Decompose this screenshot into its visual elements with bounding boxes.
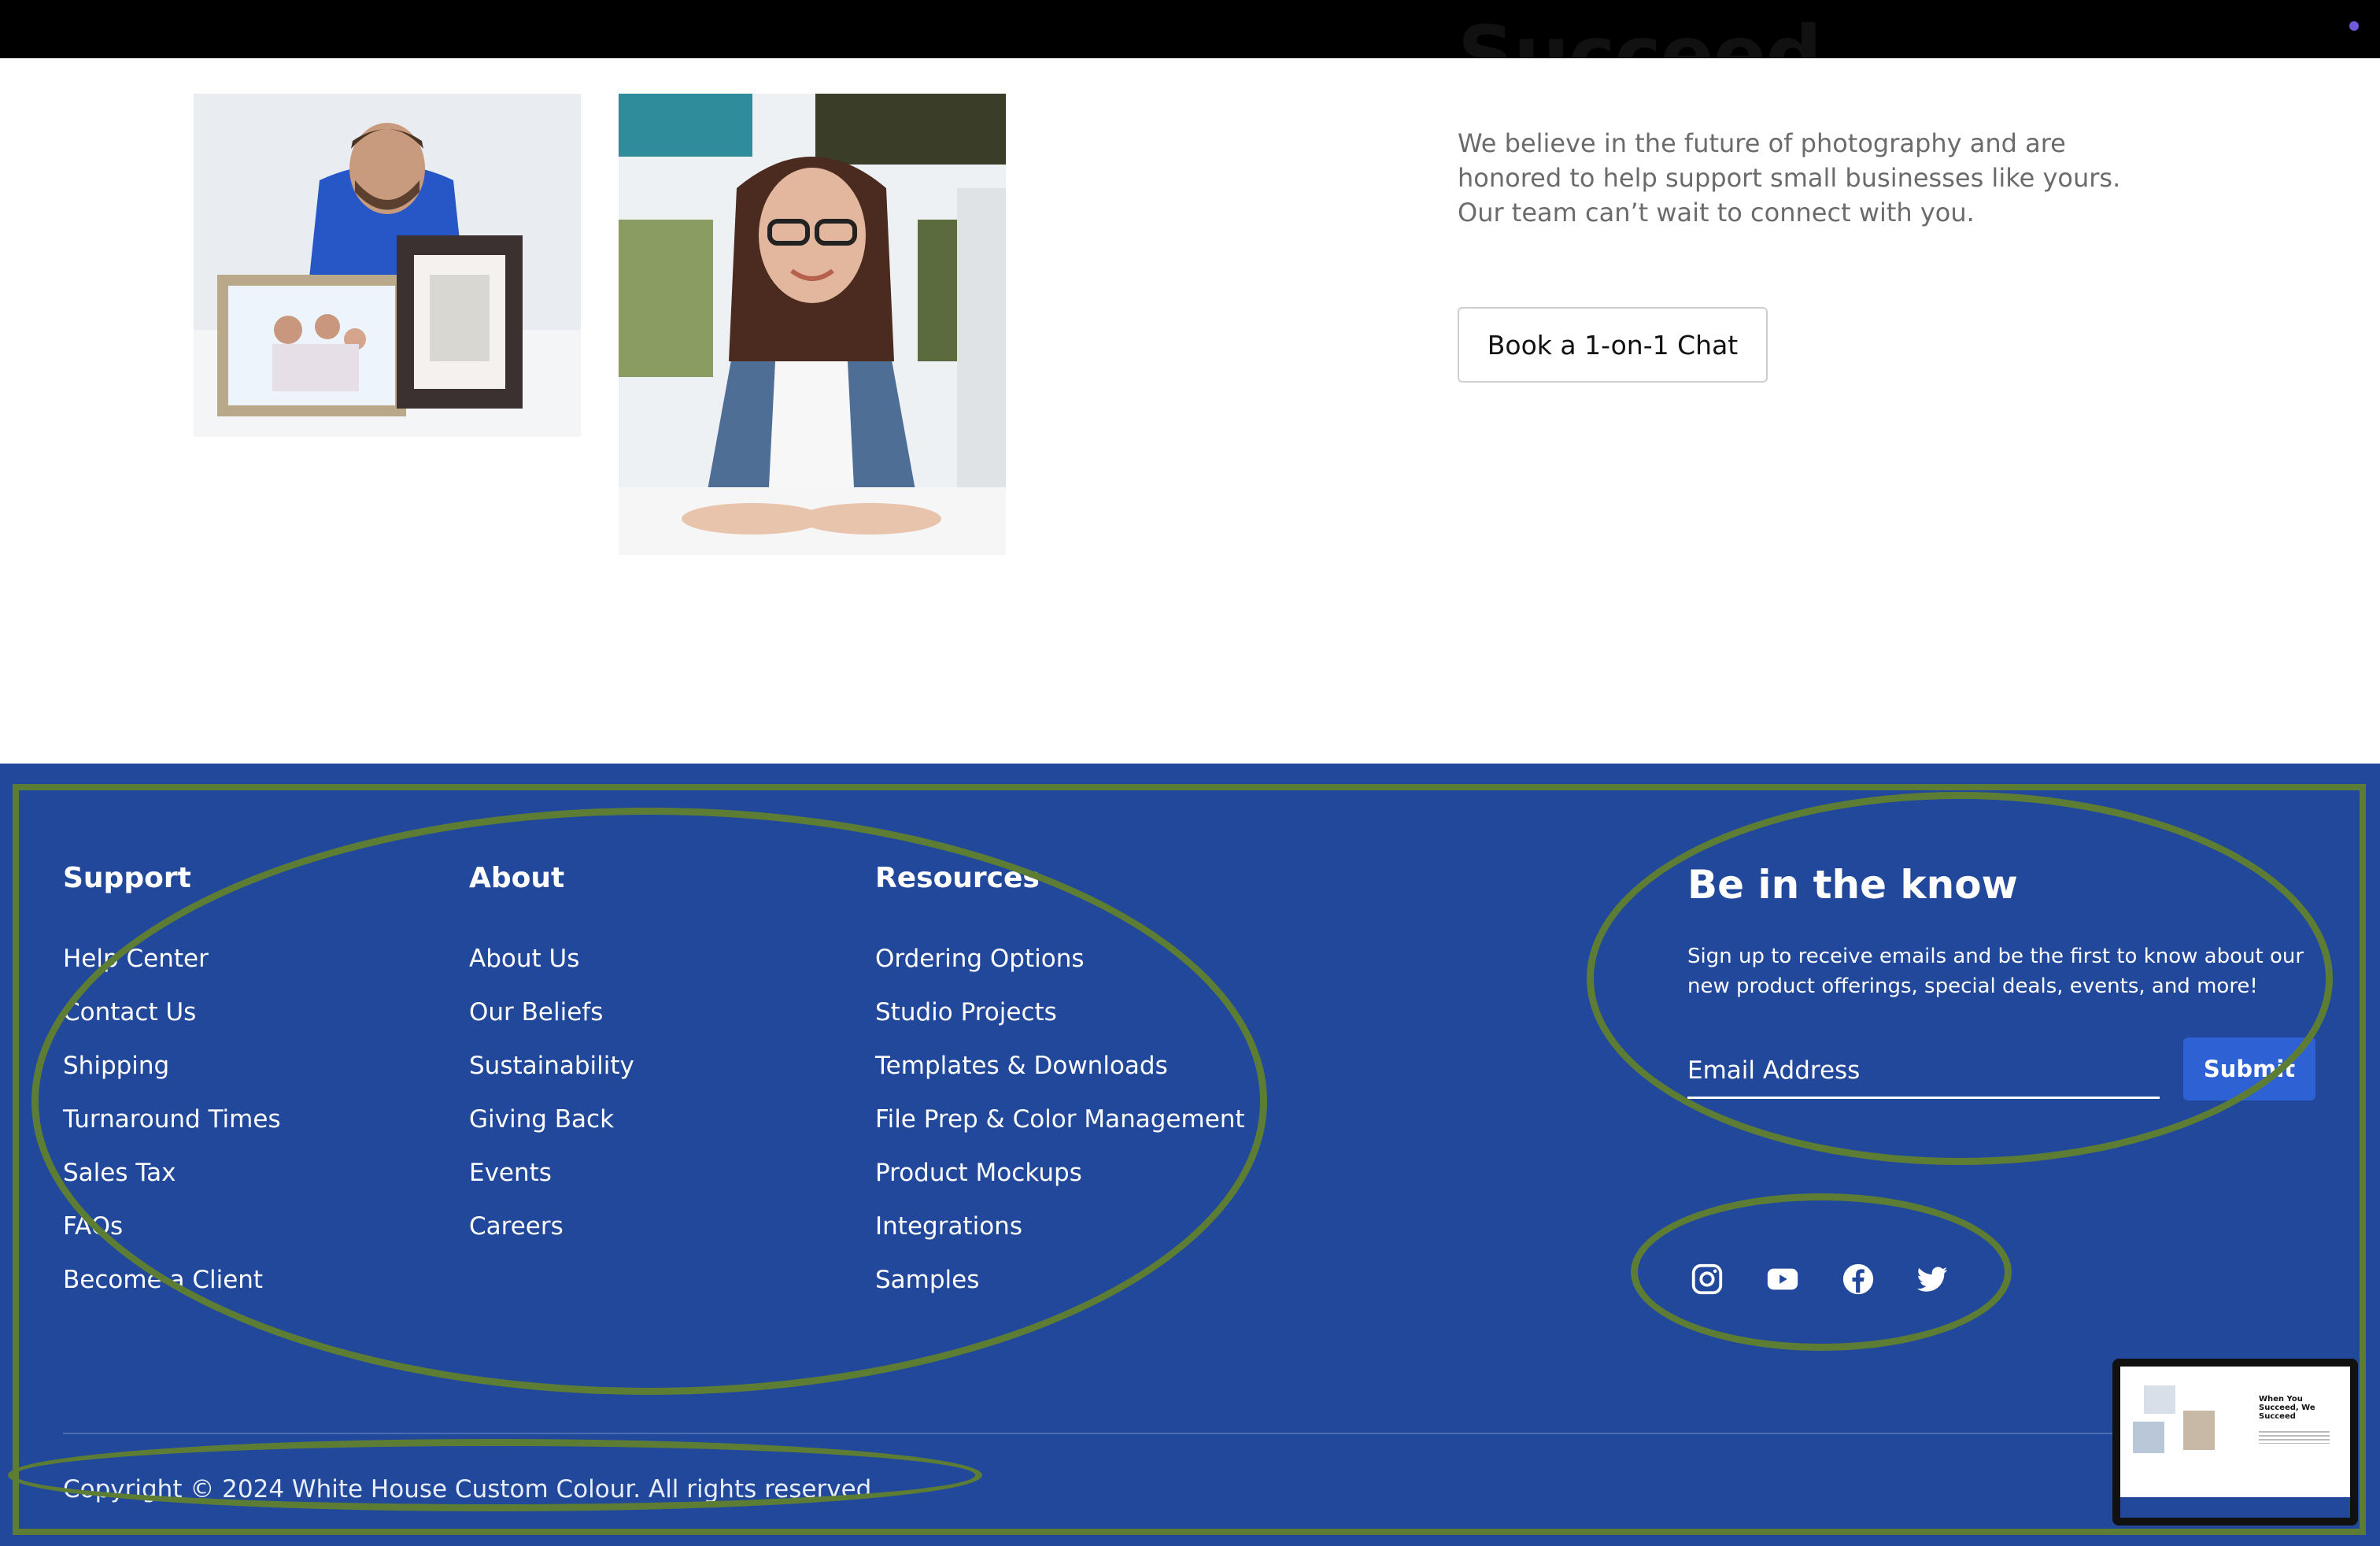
footer-link[interactable]: Careers xyxy=(469,1200,634,1253)
footer-title-support: Support xyxy=(63,862,191,894)
thumbnail-page: When You Succeed, We Succeed xyxy=(2120,1367,2350,1518)
instagram-icon[interactable] xyxy=(1689,1261,1725,1297)
footer-link[interactable]: Templates & Downloads xyxy=(875,1039,1245,1093)
thumbnail-photo xyxy=(2133,1422,2164,1453)
youtube-icon[interactable] xyxy=(1765,1261,1801,1297)
footer-link[interactable]: Giving Back xyxy=(469,1093,634,1146)
footer-link[interactable]: Ordering Options xyxy=(875,932,1245,986)
top-bar xyxy=(0,0,2380,58)
status-dot xyxy=(2349,21,2359,31)
newsletter-title: Be in the know xyxy=(1687,862,2018,908)
team-photo-woman-at-desk xyxy=(619,94,1006,555)
footer-link[interactable]: Our Beliefs xyxy=(469,986,634,1039)
footer-link[interactable]: Shipping xyxy=(63,1039,281,1093)
team-photo-man-with-frames xyxy=(194,94,581,437)
thumbnail-title: When You Succeed, We Succeed xyxy=(2259,1395,2315,1421)
footer-link[interactable]: Sustainability xyxy=(469,1039,634,1093)
footer-link[interactable]: Turnaround Times xyxy=(63,1093,281,1146)
annotation-ellipse-social xyxy=(1631,1193,2012,1351)
intro-paragraph: We believe in the future of photography … xyxy=(1458,128,2121,227)
footer-link[interactable]: Product Mockups xyxy=(875,1146,1245,1200)
footer-link[interactable]: About Us xyxy=(469,932,634,986)
footer-link[interactable]: File Prep & Color Management xyxy=(875,1093,1245,1146)
about-links: About Us Our Beliefs Sustainability Givi… xyxy=(469,932,634,1253)
footer-link[interactable]: Become a Client xyxy=(63,1253,281,1307)
footer-link[interactable]: Samples xyxy=(875,1253,1245,1307)
footer-title-resources: Resources xyxy=(875,862,1040,894)
page-preview-thumbnail[interactable]: When You Succeed, We Succeed xyxy=(2112,1359,2358,1526)
thumbnail-text-lines xyxy=(2259,1431,2330,1444)
facebook-icon[interactable] xyxy=(1840,1261,1876,1297)
footer-link[interactable]: FAQs xyxy=(63,1200,281,1253)
section-heading: Succeed xyxy=(1458,9,1821,59)
footer-link[interactable]: Help Center xyxy=(63,932,281,986)
support-links: Help Center Contact Us Shipping Turnarou… xyxy=(63,932,281,1307)
thumbnail-footer-band xyxy=(2120,1497,2350,1518)
footer-link[interactable]: Sales Tax xyxy=(63,1146,281,1200)
thumbnail-photo xyxy=(2183,1411,2215,1450)
site-footer: Support Help Center Contact Us Shipping … xyxy=(0,764,2380,1546)
resources-links: Ordering Options Studio Projects Templat… xyxy=(875,932,1245,1307)
email-field[interactable] xyxy=(1687,1044,2160,1099)
newsletter-text: Sign up to receive emails and be the fir… xyxy=(1687,945,2304,998)
copyright-text: Copyright © 2024 White House Custom Colo… xyxy=(63,1475,880,1503)
twitter-icon[interactable] xyxy=(1914,1261,1950,1297)
footer-link[interactable]: Contact Us xyxy=(63,986,281,1039)
footer-link[interactable]: Events xyxy=(469,1146,634,1200)
footer-title-about: About xyxy=(469,862,565,894)
book-chat-button[interactable]: Book a 1-on-1 Chat xyxy=(1458,307,1768,383)
thumbnail-photo xyxy=(2144,1385,2175,1414)
footer-link[interactable]: Integrations xyxy=(875,1200,1245,1253)
footer-link[interactable]: Studio Projects xyxy=(875,986,1245,1039)
submit-button[interactable]: Submit xyxy=(2183,1037,2315,1100)
footer-divider xyxy=(63,1433,2317,1434)
